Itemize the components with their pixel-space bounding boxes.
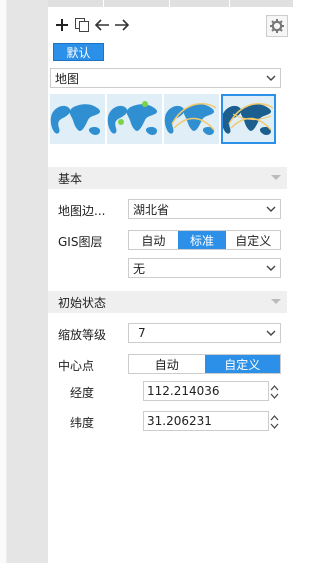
- section-basic-title: 基本: [58, 171, 83, 186]
- center-option-auto[interactable]: 自动: [129, 355, 205, 373]
- collapse-caret-icon[interactable]: [271, 299, 281, 304]
- forward-button[interactable]: [112, 15, 131, 35]
- map-boundary-select[interactable]: 湖北省: [128, 199, 281, 219]
- left-edge-strip: [0, 0, 7, 563]
- chevron-down-icon: [262, 324, 280, 342]
- longitude-value: 112.214036: [147, 384, 220, 398]
- world-map-point-icon: [107, 94, 162, 144]
- gis-layer-label: GIS图层: [58, 235, 103, 249]
- top-tab-segment[interactable]: [170, 0, 230, 7]
- world-map-flow-dark-icon: [221, 94, 276, 144]
- map-type-value: 地图: [55, 71, 80, 86]
- map-boundary-value: 湖北省: [133, 202, 170, 217]
- world-map-icon: [50, 94, 105, 144]
- tab-default[interactable]: 默认: [53, 43, 104, 61]
- chevron-down-icon: [262, 259, 280, 277]
- properties-panel: 默认 地图 基本 地图边... 湖北省 GIS图层 自动 标准 自定义 无 初始…: [48, 0, 294, 563]
- top-tab-strip: [48, 0, 294, 7]
- plus-icon: [55, 19, 68, 31]
- longitude-input[interactable]: 112.214036: [143, 381, 279, 401]
- back-button[interactable]: [92, 15, 111, 35]
- zoom-level-label: 缩放等级: [58, 328, 107, 342]
- stepper-arrows-icon: [270, 415, 279, 429]
- section-initial-header[interactable]: 初始状态: [48, 291, 287, 313]
- longitude-stepper[interactable]: [269, 382, 280, 402]
- gis-layer-segmented: 自动 标准 自定义: [128, 230, 281, 250]
- top-tab-segment[interactable]: [230, 0, 294, 7]
- copy-button[interactable]: [72, 15, 91, 35]
- latitude-stepper[interactable]: [269, 412, 280, 432]
- arrow-left-icon: [94, 19, 109, 31]
- center-point-label: 中心点: [58, 359, 95, 373]
- center-option-custom[interactable]: 自定义: [204, 355, 280, 373]
- map-thumbnail-flow[interactable]: [164, 94, 219, 144]
- map-thumbnail-point[interactable]: [107, 94, 162, 144]
- add-button[interactable]: [52, 15, 71, 35]
- zoom-level-select[interactable]: 7: [128, 323, 281, 343]
- map-style-thumbnails: [50, 94, 276, 144]
- latitude-label: 纬度: [70, 416, 95, 430]
- copy-icon: [74, 18, 89, 32]
- top-tab-segment[interactable]: [104, 0, 170, 7]
- toolbar: [52, 15, 131, 37]
- center-point-segmented: 自动 自定义: [128, 354, 281, 374]
- gis-layer-option-custom[interactable]: 自定义: [226, 231, 280, 249]
- top-tab-segment[interactable]: [48, 0, 104, 7]
- gear-icon: [270, 19, 284, 33]
- left-gutter: [7, 0, 48, 563]
- gis-layer-option-auto[interactable]: 自动: [129, 231, 178, 249]
- longitude-label: 经度: [70, 386, 95, 400]
- zoom-level-value: 7: [138, 326, 146, 340]
- section-basic-header[interactable]: 基本: [48, 167, 287, 189]
- gis-layer-sub-value: 无: [133, 261, 146, 276]
- map-boundary-label: 地图边...: [58, 204, 106, 218]
- world-map-flow-icon: [164, 94, 219, 144]
- map-type-select[interactable]: 地图: [50, 68, 281, 88]
- collapse-caret-icon[interactable]: [271, 175, 281, 180]
- gis-layer-sub-select[interactable]: 无: [128, 258, 281, 278]
- stepper-arrows-icon: [270, 385, 279, 399]
- chevron-down-icon: [262, 69, 280, 87]
- section-initial-title: 初始状态: [58, 295, 107, 310]
- map-thumbnail-plain[interactable]: [50, 94, 105, 144]
- chevron-down-icon: [262, 200, 280, 218]
- arrow-right-icon: [114, 19, 129, 31]
- settings-button[interactable]: [266, 15, 288, 37]
- map-thumbnail-flow-dark[interactable]: [221, 94, 276, 144]
- latitude-input[interactable]: 31.206231: [143, 411, 279, 431]
- gis-layer-option-standard[interactable]: 标准: [177, 231, 227, 249]
- latitude-value: 31.206231: [147, 414, 212, 428]
